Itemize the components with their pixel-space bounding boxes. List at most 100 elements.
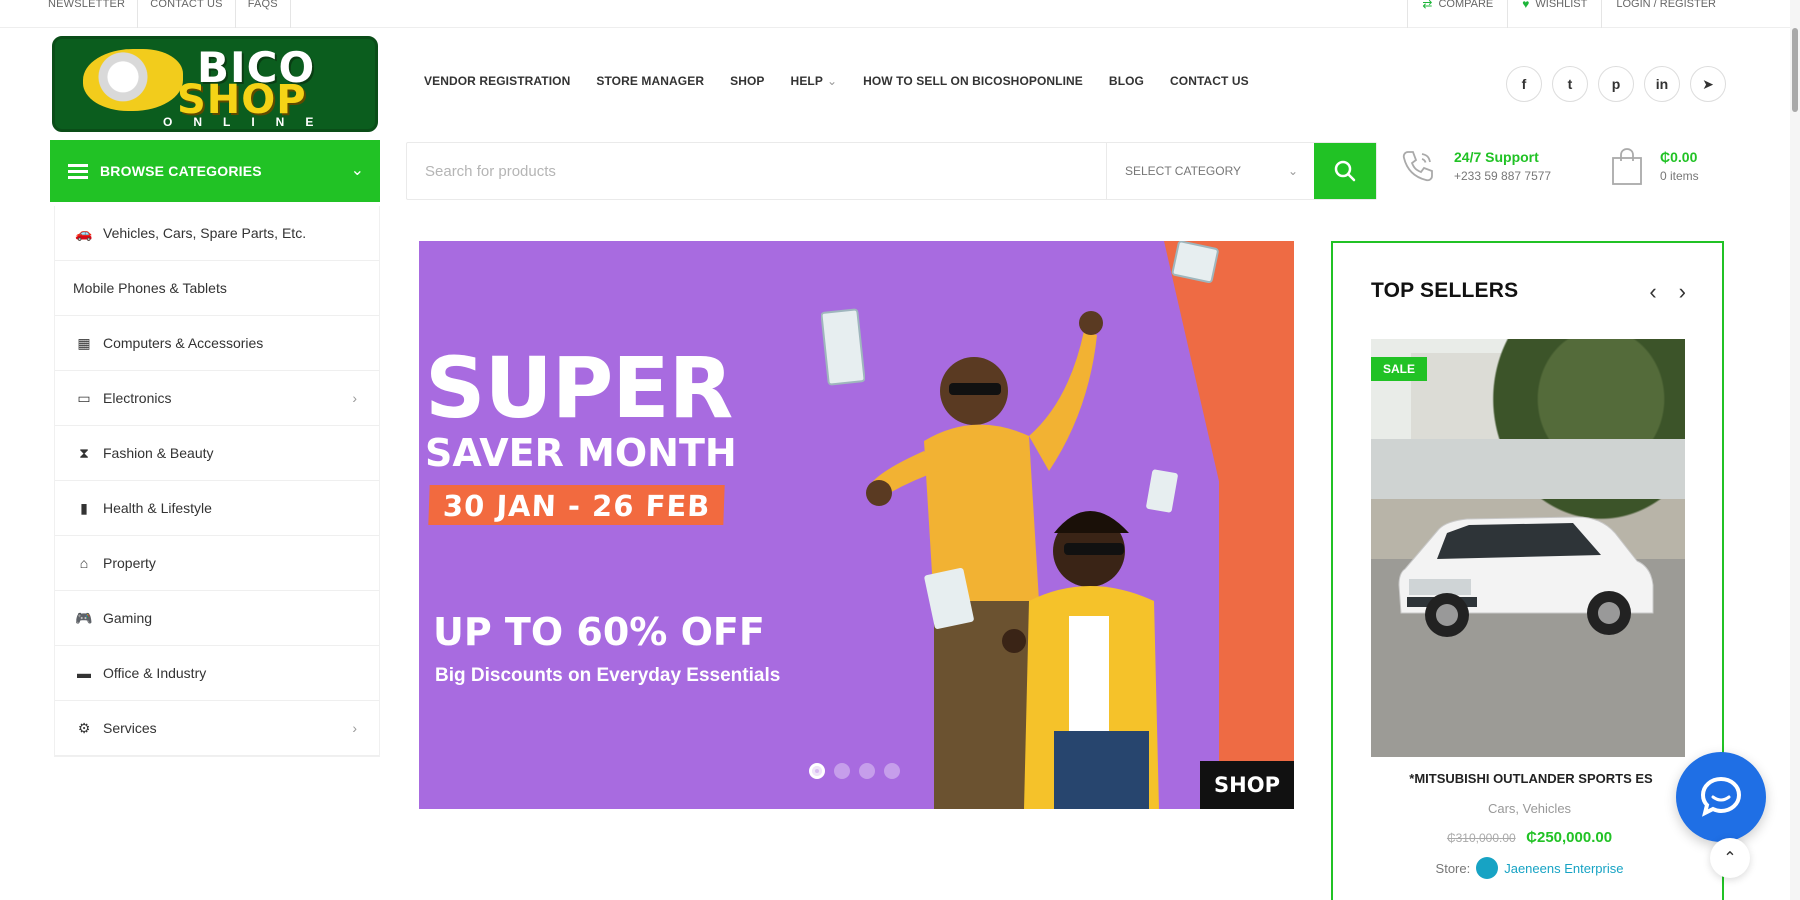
login-register-link[interactable]: Login / Register (1601, 0, 1730, 28)
twitter-icon[interactable]: t (1552, 66, 1588, 102)
live-chat-button[interactable] (1676, 752, 1766, 842)
category-fashion[interactable]: ⧗ Fashion & Beauty (55, 426, 379, 481)
compare-link[interactable]: ⇄ Compare (1407, 0, 1507, 28)
pinterest-icon[interactable]: p (1598, 66, 1634, 102)
sale-badge: SALE (1371, 357, 1428, 381)
services-icon: ⚙ (77, 719, 91, 736)
health-icon: ▮ (80, 499, 88, 516)
carousel-nav: ‹ › (1649, 279, 1686, 305)
category-gaming[interactable]: 🎮 Gaming (55, 591, 379, 646)
banner-people-illustration (866, 311, 1178, 809)
main-navigation: Vendor Registration Store Manager Shop H… (424, 74, 1249, 88)
support-info: 24/7 Support +233 59 887 7577 (1398, 146, 1551, 186)
nav-vendor-registration[interactable]: Vendor Registration (424, 74, 570, 88)
search-button[interactable] (1314, 143, 1376, 199)
product-name[interactable]: *MITSUBISHI OUTLANDER SPORTS ES (1361, 771, 1701, 786)
chevron-right-icon: › (352, 390, 357, 406)
chevron-down-icon: ⌄ (1287, 164, 1298, 178)
category-label: Vehicles, Cars, Spare Parts, Etc. (103, 225, 307, 241)
nav-how-to-sell[interactable]: How to sell on Bicoshoponline (863, 74, 1083, 88)
category-vehicles[interactable]: 🚗 Vehicles, Cars, Spare Parts, Etc. (55, 206, 379, 261)
slider-dot[interactable] (884, 763, 900, 779)
menu-icon (68, 161, 88, 182)
banner-shop-button[interactable]: SHOP (1200, 761, 1294, 809)
logo-text-online: ONLINE (163, 115, 335, 129)
compare-icon: ⇄ (1422, 0, 1433, 11)
slider-dots (809, 763, 900, 779)
top-sellers-title: TOP SELLERS (1371, 279, 1519, 302)
category-computers[interactable]: ▦ Computers & Accessories (55, 316, 379, 371)
chevron-down-icon: ⌄ (826, 74, 838, 88)
scrollbar-thumb[interactable] (1792, 28, 1798, 112)
category-health[interactable]: ▮ Health & Lifestyle (55, 481, 379, 536)
contact-us-link[interactable]: Contact Us (138, 0, 236, 28)
store-label: Store: (1435, 860, 1471, 876)
slider-dot[interactable] (859, 763, 875, 779)
chevron-down-icon: ⌄ (350, 162, 364, 179)
dress-icon: ⧗ (79, 444, 89, 461)
category-label: Electronics (103, 390, 172, 406)
chevron-right-icon[interactable]: › (1679, 279, 1686, 305)
wishlist-label: Wishlist (1535, 0, 1588, 10)
banner-tagline: Big Discounts on Everyday Essentials (435, 665, 781, 686)
category-select[interactable]: Select Category ⌄ (1106, 143, 1314, 199)
cart-amount: ₵0.00 (1660, 149, 1698, 165)
store-name-link[interactable]: Jaeneens Enterprise (1504, 861, 1623, 876)
top-links-left: Newsletter Contact Us FAQs (48, 0, 291, 28)
category-label: Fashion & Beauty (103, 445, 214, 461)
scroll-to-top-button[interactable]: ⌃ (1710, 838, 1750, 878)
site-logo[interactable]: BICO SHOP ONLINE (52, 36, 378, 132)
nav-store-manager[interactable]: Store Manager (596, 74, 704, 88)
browse-categories-toggle[interactable]: Browse Categories ⌄ (50, 140, 380, 202)
top-bar: Newsletter Contact Us FAQs ⇄ Compare ♥ Wis… (0, 0, 1800, 28)
banner-subheadline: SAVER MONTH (425, 431, 737, 475)
nav-blog[interactable]: Blog (1109, 74, 1144, 88)
category-electronics[interactable]: ▭ Electronics › (55, 371, 379, 426)
slider-dot[interactable] (809, 763, 825, 779)
linkedin-icon[interactable]: in (1644, 66, 1680, 102)
top-links-right: ⇄ Compare ♥ Wishlist Login / Register (1407, 0, 1730, 28)
product-category[interactable]: Cars, Vehicles (1333, 801, 1726, 816)
banner-offer: UP TO 60% OFF (433, 610, 765, 654)
category-label: Computers & Accessories (103, 335, 264, 351)
nav-help-label: Help (790, 74, 823, 88)
nav-contact-us[interactable]: Contact Us (1170, 74, 1249, 88)
category-list: 🚗 Vehicles, Cars, Spare Parts, Etc. Mobil… (54, 206, 380, 757)
product-image[interactable] (1371, 339, 1685, 757)
chevron-left-icon[interactable]: ‹ (1649, 279, 1656, 305)
eagle-logo-icon (83, 49, 183, 111)
car-photo (1398, 516, 1654, 637)
compare-label: Compare (1438, 0, 1494, 10)
category-label: Services (103, 720, 157, 736)
slider-dot[interactable] (834, 763, 850, 779)
tv-icon: ▭ (77, 389, 91, 406)
nav-shop[interactable]: Shop (730, 74, 764, 88)
category-services[interactable]: ⚙ Services › (55, 701, 379, 756)
category-property[interactable]: ⌂ Property (55, 536, 379, 591)
cart-widget[interactable]: ₵0.00 0 items (1610, 146, 1699, 186)
browse-categories-label: Browse Categories (100, 163, 262, 179)
banner-headline: SUPER (425, 339, 733, 437)
car-icon: 🚗 (75, 224, 93, 241)
support-phone[interactable]: +233 59 887 7577 (1454, 169, 1551, 183)
product-store: Store: Jaeneens Enterprise (1333, 857, 1726, 879)
page-scrollbar[interactable] (1790, 0, 1800, 900)
nav-help[interactable]: Help ⌄ (791, 74, 838, 88)
old-price: ₵310,000.00 (1446, 831, 1516, 845)
faqs-link[interactable]: FAQs (236, 0, 291, 28)
money-note-icon (1171, 241, 1219, 284)
promo-banner[interactable]: SUPER SAVER MONTH 30 JAN - 26 FEB UP TO … (419, 241, 1294, 809)
facebook-icon[interactable]: f (1506, 66, 1542, 102)
shopping-bag-icon (1612, 148, 1642, 185)
top-sellers-widget: TOP SELLERS ‹ › SALE *MITSUBISHI OUTLAND… (1331, 241, 1724, 900)
telegram-icon[interactable]: ➤ (1690, 66, 1726, 102)
category-label: Mobile Phones & Tablets (73, 280, 227, 296)
social-links: f t p in ➤ (1506, 66, 1726, 102)
category-label: Office & Industry (103, 665, 207, 681)
newsletter-link[interactable]: Newsletter (48, 0, 139, 28)
wishlist-link[interactable]: ♥ Wishlist (1507, 0, 1601, 28)
chevron-right-icon: › (352, 720, 357, 736)
category-mobile-phones[interactable]: Mobile Phones & Tablets (55, 261, 379, 316)
category-office[interactable]: ▬ Office & Industry (55, 646, 379, 701)
search-input[interactable] (407, 143, 1106, 199)
